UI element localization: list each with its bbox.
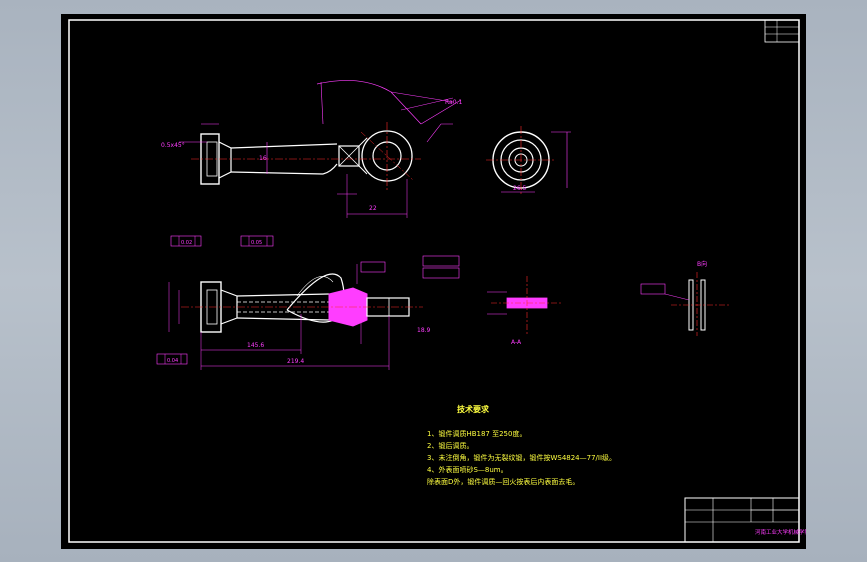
note-line-2: 2、锻后调质。 bbox=[427, 441, 473, 450]
view-b: B向 bbox=[640, 260, 729, 336]
view-label: B向 bbox=[697, 260, 707, 268]
end-view: 26.5 bbox=[486, 126, 571, 194]
dim-shaft-length: 145.6 bbox=[247, 342, 264, 349]
front-section-view bbox=[181, 273, 423, 333]
revision-block bbox=[764, 19, 800, 43]
chamfer-dim: 0.5x45° bbox=[161, 142, 185, 149]
note-line-4: 4、外表面喷砂S—8um。 bbox=[427, 465, 508, 474]
school-name: 河南工业大学机械学院 bbox=[755, 528, 806, 536]
dim-total-length: 219.4 bbox=[287, 358, 304, 365]
title-block: 河南工业大学机械学院 bbox=[684, 497, 806, 543]
dim-a: 22 bbox=[369, 205, 377, 212]
surface-finish-note: Ra0.1 bbox=[445, 99, 462, 106]
section-label: A-A bbox=[511, 339, 522, 346]
top-view-part bbox=[191, 122, 421, 192]
tolerance-frame-3: 0.04 bbox=[156, 353, 188, 365]
notes-heading: 技术要求 bbox=[457, 404, 490, 414]
note-line-5: 除表面D外，锻件调质—回火按表后内表面去毛。 bbox=[427, 477, 579, 486]
front-view-dimensions: 145.6 219.4 0.02 0.05 0.04 18.9 bbox=[156, 235, 460, 370]
tolerance-frame-1: 0.02 bbox=[170, 235, 202, 247]
technical-notes: 技术要求 1、锻件调质HB187 至250度。 2、锻后调质。 3、未注倒角，锻… bbox=[427, 404, 616, 486]
tolerance-frame-2: 0.05 bbox=[240, 235, 274, 247]
drawing-sheet: 0.5x45° Ra0.1 22 16 26.5 145.6 219.4 0.0… bbox=[61, 14, 806, 549]
cad-drawing: 0.5x45° Ra0.1 22 16 26.5 145.6 219.4 0.0… bbox=[68, 19, 806, 543]
tolerance-value-1: 0.02 bbox=[181, 240, 192, 246]
tolerance-value-2: 0.05 bbox=[251, 240, 262, 246]
note-line-1: 1、锻件调质HB187 至250度。 bbox=[427, 429, 526, 438]
dim-c: 18.9 bbox=[417, 327, 431, 334]
tolerance-value-3: 0.04 bbox=[167, 358, 178, 364]
section-a-a: A-A bbox=[487, 276, 561, 346]
note-line-3: 3、未注倒角，锻件为无裂纹锻，锻件按WS4824—77/II级。 bbox=[427, 453, 616, 462]
dim-e: 16 bbox=[259, 155, 267, 162]
dim-d: 26.5 bbox=[513, 185, 527, 192]
top-view-dimensions: 0.5x45° Ra0.1 22 16 bbox=[161, 80, 462, 218]
